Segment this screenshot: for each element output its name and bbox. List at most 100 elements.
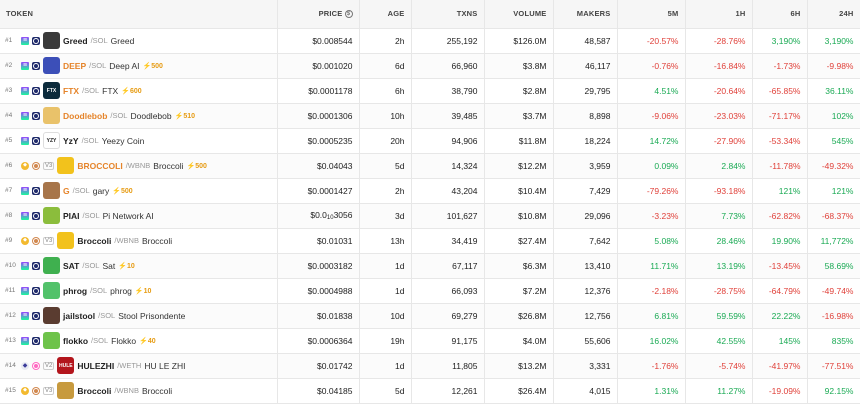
column-header-makers[interactable]: MAKERS bbox=[553, 0, 618, 29]
change-24h-cell: -68.37% bbox=[807, 203, 860, 229]
price-value: $0.0004988 bbox=[307, 285, 353, 296]
quote-pair: /SOL bbox=[90, 286, 108, 295]
change-24h-cell: 835% bbox=[807, 328, 860, 354]
rank-label: #13 bbox=[5, 337, 16, 344]
table-row[interactable]: #8 PIAI /SOL Pi Network AI $0.0103056 3d… bbox=[0, 203, 860, 229]
column-header-age[interactable]: AGE bbox=[359, 0, 412, 29]
table-row[interactable]: #4 Doodlebob /SOL Doodlebob 510 $0.00013… bbox=[0, 103, 860, 129]
column-header-txns[interactable]: TXNS bbox=[411, 0, 485, 29]
change-24h-cell: 36.11% bbox=[807, 78, 860, 104]
token-cell[interactable]: #11 phrog /SOL phrog 10 bbox=[0, 278, 278, 304]
change-5m-cell: 5.08% bbox=[617, 228, 686, 254]
rank-label: #1 bbox=[5, 37, 13, 44]
column-header-1h[interactable]: 1H bbox=[685, 0, 753, 29]
change-24h-cell: 58.69% bbox=[807, 253, 860, 279]
token-cell[interactable]: #15 V3 Broccoli /WBNB Broccoli bbox=[0, 378, 278, 404]
table-row[interactable]: #10 SAT /SOL Sat 10 $0.0003182 1d 67,117… bbox=[0, 253, 860, 279]
sol-chain-icon bbox=[21, 61, 29, 70]
token-cell[interactable]: #8 PIAI /SOL Pi Network AI bbox=[0, 203, 278, 229]
sol-chain-icon bbox=[21, 211, 29, 220]
table-row[interactable]: #14 V2 HULE HULEZHI /WETH HU LE ZHI $0.0… bbox=[0, 353, 860, 379]
change-1h-cell: 2.84% bbox=[685, 153, 753, 179]
table-row[interactable]: #2 DEEP /SOL Deep AI 500 $0.001020 6d 66… bbox=[0, 53, 860, 79]
token-symbol: BROCCOLI bbox=[77, 160, 123, 171]
rank-label: #10 bbox=[5, 262, 16, 269]
table-row[interactable]: #1 Greed /SOL Greed $0.008544 2h 255,192… bbox=[0, 28, 860, 54]
column-header-volume[interactable]: VOLUME bbox=[484, 0, 554, 29]
token-cell[interactable]: #1 Greed /SOL Greed bbox=[0, 28, 278, 54]
token-name: FTX bbox=[102, 85, 119, 96]
change-5m-cell: -3.23% bbox=[617, 203, 686, 229]
token-avatar bbox=[43, 332, 60, 349]
table-row[interactable]: #5 YZY YzY /SOL Yeezy Coin $0.0005235 20… bbox=[0, 128, 860, 154]
token-cell[interactable]: #13 flokko /SOL Flokko 40 bbox=[0, 328, 278, 354]
volume-cell: $7.2M bbox=[484, 278, 554, 304]
column-header-5m[interactable]: 5M bbox=[617, 0, 686, 29]
currency-toggle-icon[interactable]: $ bbox=[344, 10, 353, 19]
token-avatar bbox=[43, 257, 60, 274]
token-cell[interactable]: #14 V2 HULE HULEZHI /WETH HU LE ZHI bbox=[0, 353, 278, 379]
table-row[interactable]: #15 V3 Broccoli /WBNB Broccoli $0.04185 … bbox=[0, 378, 860, 404]
change-1h-cell: -5.74% bbox=[685, 353, 753, 379]
price-value: $0.0005235 bbox=[307, 135, 353, 146]
token-cell[interactable]: #2 DEEP /SOL Deep AI 500 bbox=[0, 53, 278, 79]
ray-dex-icon bbox=[32, 311, 40, 320]
change-6h-cell: -1.73% bbox=[752, 53, 808, 79]
makers-cell: 29,795 bbox=[553, 78, 618, 104]
column-header-token[interactable]: TOKEN bbox=[0, 0, 278, 29]
makers-cell: 46,117 bbox=[553, 53, 618, 79]
column-header-6h[interactable]: 6H bbox=[752, 0, 808, 29]
change-5m-cell: 0.09% bbox=[617, 153, 686, 179]
price-value: $0.0001306 bbox=[307, 110, 353, 121]
ray-dex-icon bbox=[32, 211, 40, 220]
token-cell[interactable]: #9 V3 Broccoli /WBNB Broccoli bbox=[0, 228, 278, 254]
token-symbol: Doodlebob bbox=[63, 110, 108, 121]
ray-dex-icon bbox=[32, 261, 40, 270]
token-cell[interactable]: #7 G /SOL gary 500 bbox=[0, 178, 278, 204]
txns-cell: 69,279 bbox=[411, 303, 485, 329]
bnb-chain-icon bbox=[21, 236, 29, 245]
makers-cell: 7,642 bbox=[553, 228, 618, 254]
price-value: $0.0006364 bbox=[307, 335, 353, 346]
sol-chain-icon bbox=[21, 36, 29, 45]
token-cell[interactable]: #6 V3 BROCCOLI /WBNB Broccoli 500 bbox=[0, 153, 278, 179]
change-5m-cell: 16.02% bbox=[617, 328, 686, 354]
age-cell: 10h bbox=[359, 103, 412, 129]
dex-version-badge: V3 bbox=[43, 236, 55, 245]
token-cell[interactable]: #10 SAT /SOL Sat 10 bbox=[0, 253, 278, 279]
txns-cell: 11,805 bbox=[411, 353, 485, 379]
token-avatar bbox=[43, 57, 60, 74]
sol-chain-icon bbox=[21, 136, 29, 145]
change-24h-cell: 3,190% bbox=[807, 28, 860, 54]
quote-pair: /SOL bbox=[89, 61, 107, 70]
table-row[interactable]: #12 jailstool /SOL Stool Prisondente $0.… bbox=[0, 303, 860, 329]
token-name: Sat bbox=[102, 260, 116, 271]
token-cell[interactable]: #5 YZY YzY /SOL Yeezy Coin bbox=[0, 128, 278, 154]
token-cell[interactable]: #3 FTX FTX /SOL FTX 600 bbox=[0, 78, 278, 104]
table-row[interactable]: #13 flokko /SOL Flokko 40 $0.0006364 19h… bbox=[0, 328, 860, 354]
token-avatar bbox=[57, 382, 75, 399]
ray-dex-icon bbox=[32, 61, 40, 70]
column-header-24h[interactable]: 24H bbox=[807, 0, 860, 29]
change-1h-cell: 28.46% bbox=[685, 228, 753, 254]
rank-label: #8 bbox=[5, 212, 13, 219]
token-avatar bbox=[43, 32, 60, 49]
bnb-chain-icon bbox=[21, 386, 29, 395]
sol-chain-icon bbox=[21, 261, 29, 270]
change-1h-cell: 13.19% bbox=[685, 253, 753, 279]
table-row[interactable]: #6 V3 BROCCOLI /WBNB Broccoli 500 $0.040… bbox=[0, 153, 860, 179]
table-row[interactable]: #11 phrog /SOL phrog 10 $0.0004988 1d 66… bbox=[0, 278, 860, 304]
column-header-price[interactable]: PRICE $ bbox=[277, 0, 360, 29]
token-cell[interactable]: #12 jailstool /SOL Stool Prisondente bbox=[0, 303, 278, 329]
txns-cell: 91,175 bbox=[411, 328, 485, 354]
txns-cell: 66,960 bbox=[411, 53, 485, 79]
price-cell: $0.0003182 bbox=[277, 253, 360, 279]
table-row[interactable]: #7 G /SOL gary 500 $0.0001427 2h 43,204 … bbox=[0, 178, 860, 204]
txns-cell: 39,485 bbox=[411, 103, 485, 129]
table-row[interactable]: #3 FTX FTX /SOL FTX 600 $0.0001178 6h 38… bbox=[0, 78, 860, 104]
eth-chain-icon bbox=[21, 361, 29, 370]
change-5m-cell: -20.57% bbox=[617, 28, 686, 54]
table-row[interactable]: #9 V3 Broccoli /WBNB Broccoli $0.01031 1… bbox=[0, 228, 860, 254]
ray-dex-icon bbox=[32, 86, 40, 95]
token-cell[interactable]: #4 Doodlebob /SOL Doodlebob 510 bbox=[0, 103, 278, 129]
